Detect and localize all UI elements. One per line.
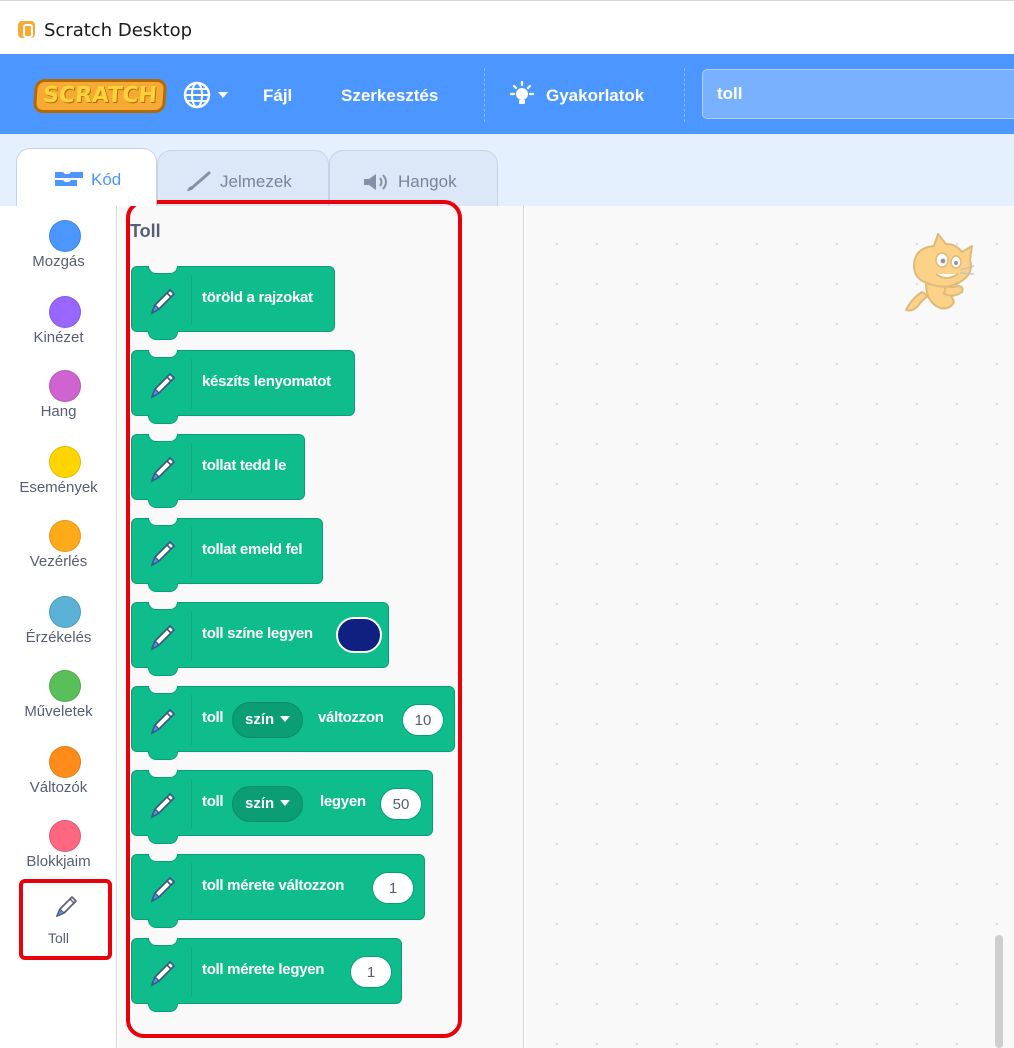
category-my-blocks[interactable]: Blokkjaim: [0, 806, 117, 882]
category-label: Mozgás: [32, 253, 85, 270]
category-sound[interactable]: Hang: [0, 356, 117, 432]
category-label: Blokkjaim: [26, 853, 91, 870]
category-label: Vezérlés: [29, 553, 88, 570]
pen-blocks-highlight: [126, 200, 462, 1038]
category-my-blocks-icon: [49, 820, 81, 852]
menu-divider: [684, 68, 685, 122]
category-control[interactable]: Vezérlés: [0, 506, 117, 582]
category-events-icon: [49, 446, 81, 478]
window-titlebar: Scratch Desktop: [0, 0, 1014, 54]
category-motion[interactable]: Mozgás: [0, 206, 117, 282]
tab-sounds-label: Hangok: [398, 172, 457, 191]
category-label: Események: [19, 479, 98, 496]
category-sensing[interactable]: Érzékelés: [0, 582, 117, 658]
workspace-scrollbar[interactable]: [995, 935, 1003, 1048]
category-variables-icon: [49, 746, 81, 778]
pen-category-highlight: [19, 879, 112, 960]
globe-icon: [183, 81, 228, 109]
tutorials-menu[interactable]: Gyakorlatok: [546, 86, 644, 106]
tab-code[interactable]: Kód: [16, 148, 157, 206]
sprite-cat-icon: [905, 233, 975, 312]
chevron-down-icon: [218, 92, 228, 98]
brush-icon: [187, 171, 211, 191]
scratch-logo[interactable]: SCRATCH: [32, 79, 168, 113]
speaker-icon: [364, 174, 387, 190]
menu-divider: [484, 68, 485, 122]
code-blocks-icon: [55, 172, 83, 186]
category-motion-icon: [49, 220, 81, 252]
project-title-input[interactable]: [702, 69, 1014, 119]
category-label: Hang: [40, 403, 77, 420]
category-label: Kinézet: [33, 329, 84, 346]
category-events[interactable]: Események: [0, 432, 117, 508]
tab-code-label: Kód: [91, 170, 122, 189]
tab-costumes-label: Jelmezek: [220, 172, 292, 191]
lightbulb-icon[interactable]: [507, 80, 537, 109]
tab-sounds[interactable]: Hangok: [329, 150, 498, 206]
editor-tabs: Kód Jelmezek Hangok: [0, 134, 1014, 206]
edit-menu[interactable]: Szerkesztés: [341, 86, 438, 106]
language-menu[interactable]: [182, 80, 238, 110]
category-variables[interactable]: Változók: [0, 732, 117, 808]
file-menu[interactable]: Fájl: [263, 86, 292, 106]
category-looks[interactable]: Kinézet: [0, 282, 117, 358]
category-operators[interactable]: Műveletek: [0, 656, 117, 732]
category-looks-icon: [49, 296, 81, 328]
code-workspace[interactable]: [525, 206, 1014, 1048]
category-label: Érzékelés: [25, 629, 92, 646]
category-label: Változók: [29, 779, 88, 796]
category-control-icon: [49, 520, 81, 552]
tab-costumes[interactable]: Jelmezek: [157, 150, 329, 206]
scratch-app-icon: [18, 21, 35, 38]
window-title: Scratch Desktop: [44, 20, 193, 41]
menu-bar: SCRATCH Fájl Szerkesztés Gyakorlatok: [0, 54, 1014, 134]
category-operators-icon: [49, 670, 81, 702]
category-sound-icon: [49, 370, 81, 402]
category-label: Műveletek: [24, 703, 93, 720]
category-sensing-icon: [49, 596, 81, 628]
